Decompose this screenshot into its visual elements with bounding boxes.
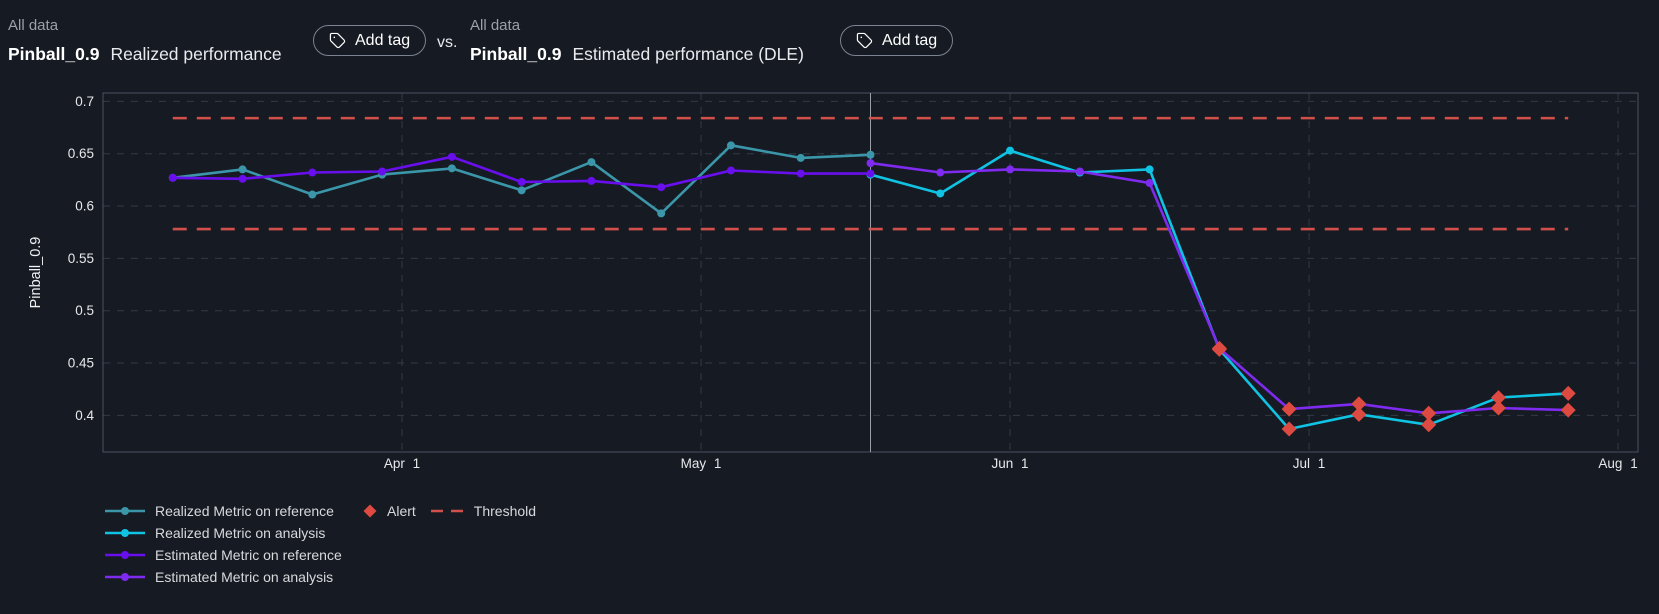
data-point[interactable] — [587, 177, 595, 185]
series-line[interactable] — [871, 163, 1569, 413]
legend-label: Realized Metric on analysis — [155, 525, 325, 541]
data-point[interactable] — [867, 159, 875, 167]
data-point[interactable] — [797, 170, 805, 178]
alert-marker[interactable] — [1491, 401, 1506, 416]
performance-chart[interactable]: 0.7 0.65 0.6 0.55 0.5 0.45 0.4 Apr 1 May 1 Jun 1 J… — [0, 80, 1659, 500]
legend-label: Threshold — [474, 503, 536, 519]
legend-label: Estimated Metric on analysis — [155, 569, 333, 585]
legend-series-column: Realized Metric on reference Realized Me… — [104, 500, 342, 588]
series-estimated-analysis[interactable] — [867, 159, 1573, 417]
y-tick-label: 0.55 — [68, 251, 94, 266]
add-tag-button-left[interactable]: Add tag — [313, 25, 426, 56]
y-tick-label: 0.6 — [75, 199, 94, 214]
y-tick-label: 0.65 — [68, 146, 94, 161]
series-estimated-reference[interactable] — [169, 153, 875, 191]
x-tick-label: May 1 — [681, 456, 722, 471]
data-point[interactable] — [1076, 167, 1084, 175]
add-tag-label: Add tag — [882, 32, 937, 50]
tag-icon — [856, 32, 873, 49]
line-marker-icon — [104, 548, 146, 562]
legend-item-realized-reference[interactable]: Realized Metric on reference — [104, 500, 342, 522]
alert-marker[interactable] — [1351, 396, 1366, 411]
add-tag-button-right[interactable]: Add tag — [840, 25, 953, 56]
left-title-block: All data Pinball_0.9 Realized performance — [8, 17, 282, 65]
right-metric-line: Pinball_0.9 Estimated performance (DLE) — [470, 44, 804, 65]
data-point[interactable] — [378, 167, 386, 175]
x-tick-label: Jun 1 — [992, 456, 1029, 471]
data-point[interactable] — [797, 154, 805, 162]
data-point[interactable] — [727, 141, 735, 149]
data-point[interactable] — [239, 165, 247, 173]
legend-alert-threshold-column: Alert Threshold — [362, 500, 536, 522]
y-axis-title: Pinball_0.9 — [28, 237, 44, 309]
tag-icon — [329, 32, 346, 49]
legend-item-estimated-reference[interactable]: Estimated Metric on reference — [104, 544, 342, 566]
alert-marker[interactable] — [1421, 406, 1436, 421]
add-tag-label: Add tag — [355, 32, 410, 50]
data-point[interactable] — [867, 170, 875, 178]
data-point[interactable] — [867, 151, 875, 159]
legend-item-threshold[interactable]: Threshold — [430, 500, 536, 522]
line-marker-icon — [104, 526, 146, 540]
data-point[interactable] — [169, 174, 177, 182]
y-tick-label: 0.4 — [75, 408, 94, 423]
left-metric-line: Pinball_0.9 Realized performance — [8, 44, 282, 65]
data-point[interactable] — [1006, 147, 1014, 155]
vs-label: vs. — [437, 34, 457, 52]
data-point[interactable] — [518, 186, 526, 194]
y-tick-label: 0.5 — [75, 303, 94, 318]
legend-item-realized-analysis[interactable]: Realized Metric on analysis — [104, 522, 342, 544]
alert-marker[interactable] — [1561, 386, 1576, 401]
legend-label: Estimated Metric on reference — [155, 547, 342, 563]
series-line[interactable] — [871, 151, 1569, 429]
data-point[interactable] — [727, 166, 735, 174]
data-point[interactable] — [657, 183, 665, 191]
line-marker-icon — [104, 570, 146, 584]
legend-label: Realized Metric on reference — [155, 503, 334, 519]
x-tick-label: Jul 1 — [1293, 456, 1326, 471]
dataset-scope-label: All data — [470, 17, 804, 34]
data-point[interactable] — [448, 164, 456, 172]
right-title-block: All data Pinball_0.9 Estimated performanc… — [470, 17, 804, 65]
series-realized-analysis[interactable] — [867, 147, 1573, 433]
data-point[interactable] — [1146, 165, 1154, 173]
data-point[interactable] — [308, 169, 316, 177]
data-point[interactable] — [518, 178, 526, 186]
x-tick-label: Aug 1 — [1598, 456, 1637, 471]
data-point[interactable] — [936, 169, 944, 177]
data-point[interactable] — [1146, 179, 1154, 187]
data-point[interactable] — [936, 189, 944, 197]
legend-label: Alert — [387, 503, 416, 519]
monitoring-dashboard: { "header": { "left": { "scope": "All da… — [0, 0, 1659, 614]
metric-subtitle: Estimated performance (DLE) — [572, 44, 803, 64]
legend-item-alert[interactable]: Alert — [362, 500, 416, 522]
line-marker-icon — [104, 504, 146, 518]
data-point[interactable] — [1006, 165, 1014, 173]
data-point[interactable] — [657, 209, 665, 217]
y-gridlines: 0.7 0.65 0.6 0.55 0.5 0.45 0.4 — [68, 94, 1638, 423]
data-point[interactable] — [587, 158, 595, 166]
data-point[interactable] — [448, 153, 456, 161]
dataset-scope-label: All data — [8, 17, 282, 34]
data-point[interactable] — [308, 191, 316, 199]
threshold-dash-icon — [430, 506, 464, 516]
metric-subtitle: Realized performance — [110, 44, 281, 64]
metric-name: Pinball_0.9 — [470, 44, 561, 64]
y-tick-label: 0.7 — [75, 94, 94, 109]
legend-item-estimated-analysis[interactable]: Estimated Metric on analysis — [104, 566, 342, 588]
y-tick-label: 0.45 — [68, 356, 94, 371]
metric-name: Pinball_0.9 — [8, 44, 99, 64]
x-tick-label: Apr 1 — [384, 456, 420, 471]
data-point[interactable] — [239, 175, 247, 183]
alert-diamond-icon — [362, 503, 378, 519]
